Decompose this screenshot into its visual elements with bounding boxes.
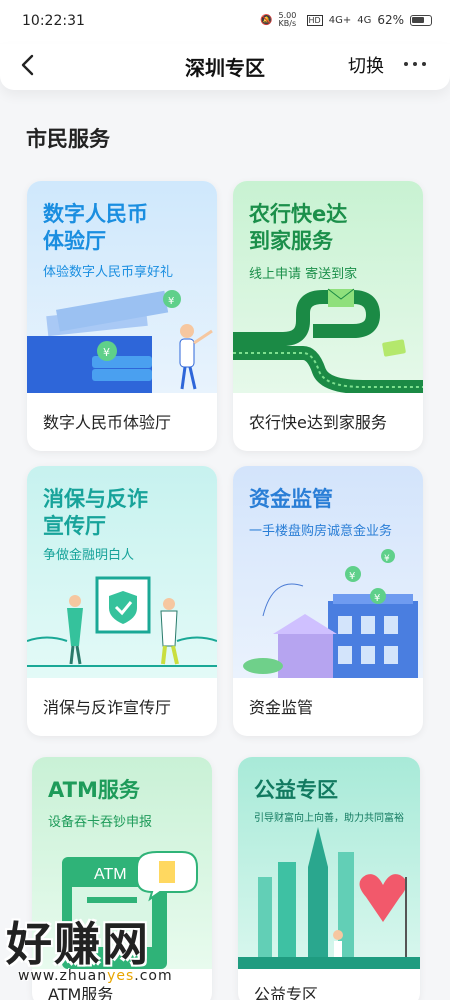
net-speed: 5.00 KB/s [278, 11, 297, 28]
svg-text:¥: ¥ [168, 296, 174, 307]
card-label: 消保与反诈宣传厅 [43, 698, 172, 717]
card-fund-supervision[interactable]: ¥ ¥ ¥ 资金监管 一手楼盘购房诚意金业务 资金监管 [233, 466, 423, 736]
switch-button[interactable]: 切换 [348, 52, 384, 78]
more-icon[interactable] [400, 48, 430, 84]
section-title: 市民服务 [26, 127, 110, 151]
card-subtitle: 体验数字人民币享好礼 [43, 265, 174, 280]
svg-text:¥: ¥ [384, 554, 390, 564]
status-time: 10:22:31 [22, 13, 85, 29]
mute-icon: 🔕 [260, 14, 273, 26]
card-label: 农行快e达到家服务 [249, 413, 387, 432]
card-headline-2: 到家服务 [249, 229, 333, 253]
card-headline: 数字人民币 [43, 202, 148, 226]
battery-percent: 62% [377, 13, 404, 27]
watermark: 好赚网 www.zhuanyes.com [0, 908, 200, 1000]
nav-bar: 深圳专区 切换 [0, 44, 450, 90]
card-label: 公益专区 [254, 985, 319, 1000]
status-bar: 10:22:31 🔕 5.00 KB/s HD 4G+ 4G 62% [0, 0, 450, 44]
atm-screen-text: ATM [94, 866, 127, 883]
battery-icon [410, 14, 432, 26]
card-subtitle: 引导财富向上向善，助力共同富裕 [254, 813, 404, 824]
card-headline: ATM服务 [48, 778, 140, 802]
card-charity[interactable]: 公益专区 引导财富向上向善，助力共同富裕 公益专区 [238, 757, 420, 1000]
card-headline: 公益专区 [254, 778, 338, 802]
signal-4gplus: 4G+ [328, 14, 352, 26]
status-icons: 🔕 5.00 KB/s HD 4G+ 4G 62% [260, 12, 432, 28]
card-headline: 资金监管 [249, 487, 333, 511]
card-subtitle: 线上申请 寄送到家 [249, 267, 358, 282]
watermark-logo-text: 好赚网 [6, 917, 150, 971]
signal-4g: 4G [357, 14, 372, 26]
card-headline-2: 宣传厅 [43, 514, 106, 538]
card-headline-2: 体验厅 [43, 229, 106, 253]
card-subtitle: 争做金融明白人 [43, 548, 135, 563]
watermark-url: www.zhuanyes.com [18, 968, 173, 984]
card-subtitle: 一手楼盘购房诚意金业务 [249, 524, 393, 539]
card-digital-rmb[interactable]: ¥ ¥ 数字人民币 体验厅 体验数字人民币享好礼 数字人民币体验厅 [27, 181, 217, 451]
card-label: 数字人民币体验厅 [43, 413, 172, 432]
hd-badge: HD [306, 14, 323, 26]
card-headline: 农行快e达 [249, 202, 348, 226]
card-consumer-protection[interactable]: 消保与反诈 宣传厅 争做金融明白人 消保与反诈宣传厅 [27, 466, 217, 736]
svg-text:¥: ¥ [374, 593, 380, 604]
svg-text:¥: ¥ [349, 571, 355, 582]
card-label: 资金监管 [249, 698, 314, 717]
card-subtitle: 设备吞卡吞钞申报 [48, 815, 153, 830]
card-headline: 消保与反诈 [43, 487, 148, 511]
card-kuaieda[interactable]: 农行快e达 到家服务 线上申请 寄送到家 农行快e达到家服务 [233, 181, 423, 451]
svg-text:¥: ¥ [103, 346, 110, 359]
